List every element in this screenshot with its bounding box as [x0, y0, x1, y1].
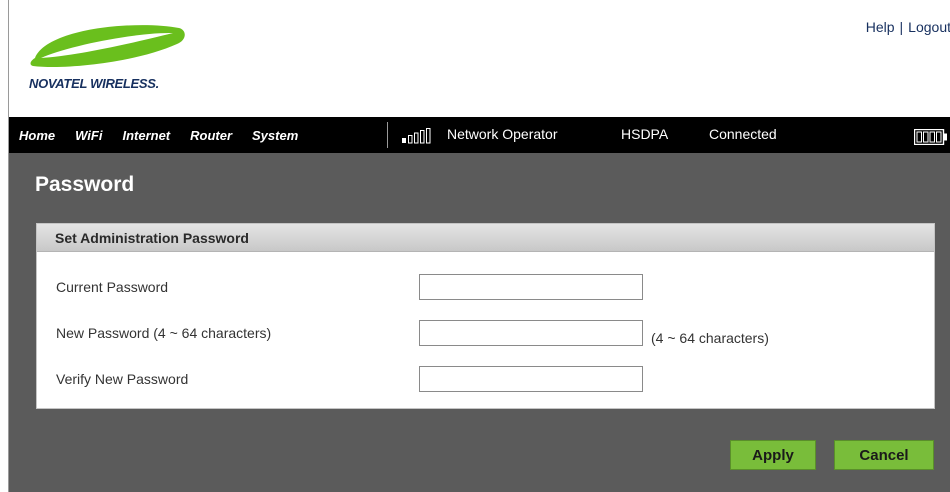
nav-item-system[interactable]: System	[252, 128, 298, 143]
link-separator: |	[899, 19, 904, 35]
help-link[interactable]: Help	[866, 19, 895, 35]
signal-strength-icon	[402, 128, 431, 144]
page-title: Password	[35, 173, 135, 196]
cancel-button[interactable]: Cancel	[834, 440, 934, 470]
panel-title: Set Administration Password	[55, 230, 249, 246]
nav-item-internet[interactable]: Internet	[122, 128, 170, 143]
network-type-label: HSDPA	[621, 126, 669, 142]
password-panel: Set Administration Password Current Pass…	[36, 223, 935, 409]
nav-menu: Home WiFi Internet Router System	[9, 117, 298, 153]
nav-divider	[387, 122, 388, 148]
connection-status: Connected	[709, 126, 777, 142]
new-password-hint: (4 ~ 64 characters)	[651, 330, 769, 346]
logo-swoosh-icon	[30, 25, 185, 68]
new-password-label: New Password (4 ~ 64 characters)	[56, 325, 272, 341]
router-admin-page: NOVATEL WIRELESS. Help | Logout Home WiFi …	[8, 0, 950, 492]
verify-password-input[interactable]	[419, 366, 643, 392]
main-content: Password Set Administration Password Cur…	[9, 153, 950, 492]
top-links: Help | Logout	[866, 19, 950, 35]
nav-bar: Home WiFi Internet Router System Network…	[9, 117, 950, 153]
current-password-input[interactable]	[419, 274, 643, 300]
new-password-input[interactable]	[419, 320, 643, 346]
logo-text: NOVATEL WIRELESS.	[29, 76, 159, 91]
logout-link[interactable]: Logout	[908, 19, 950, 35]
logo: NOVATEL WIRELESS.	[27, 18, 187, 91]
battery-icon	[914, 129, 947, 145]
nav-item-home[interactable]: Home	[19, 128, 55, 143]
current-password-label: Current Password	[56, 279, 169, 295]
verify-password-label: Verify New Password	[56, 371, 189, 387]
nav-item-wifi[interactable]: WiFi	[75, 128, 102, 143]
network-operator-label: Network Operator	[447, 126, 558, 142]
panel-header: Set Administration Password	[37, 224, 934, 252]
nav-item-router[interactable]: Router	[190, 128, 232, 143]
header: NOVATEL WIRELESS. Help | Logout	[9, 0, 950, 117]
apply-button[interactable]: Apply	[730, 440, 816, 470]
